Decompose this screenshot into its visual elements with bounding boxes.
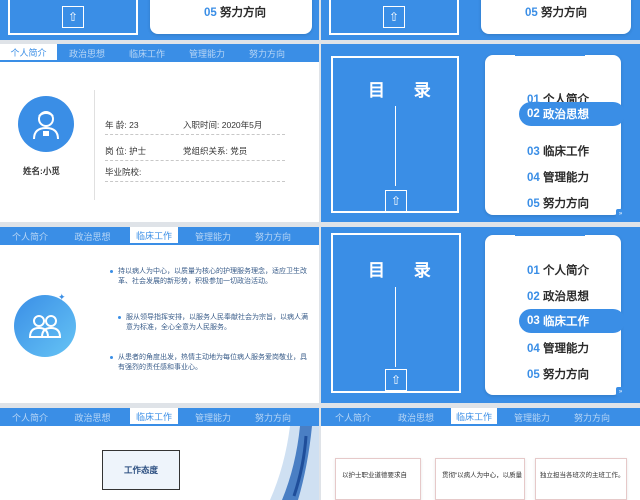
tab-profile[interactable]: 个人简介 [321,408,385,426]
bullet-dot [110,270,113,273]
tab-bar: 个人简介 政治思想 临床工作 管理能力 努力方向 [0,44,319,62]
toc-title: 目 录 [368,81,443,100]
party-row: 党组织关系: 党员 [183,146,248,156]
avatar [18,96,74,152]
toc-item-01[interactable]: 01 个人简介 [527,262,589,278]
bullet-dot [110,356,113,359]
tab-clinical[interactable]: 临床工作 [117,44,177,62]
tab-clinical[interactable]: 临床工作 [130,408,178,426]
double-chevron-icon[interactable]: » [616,209,625,218]
tab-profile[interactable]: 个人简介 [0,44,57,62]
slide-toc-03: 目 录 ⇧ “ 01 个人简介 02 政治思想 04 管理能力 05 努力方向 … [321,227,640,403]
slide-work-attitude: 个人简介 政治思想 临床工作 管理能力 努力方向 工作态度 [0,408,319,500]
divider [105,181,285,182]
card-accent-line [515,54,585,56]
bullet-dot [118,316,121,319]
upload-arrow-icon[interactable]: ⇧ [385,190,407,212]
tab-management[interactable]: 管理能力 [502,408,562,426]
name-row: 姓名:小觅 [23,166,60,176]
post-row: 岗 位: 护士 [105,146,147,156]
toc-card: “ 01 个人简介 03 临床工作 04 管理能力 05 努力方向 » [481,52,625,218]
toc-title-divider [395,106,396,186]
work-card-2: 贯彻“以病人为中心，以质量 [435,458,525,500]
decorative-image [270,426,319,500]
tab-direction[interactable]: 努力方向 [562,408,622,426]
divider [105,134,285,135]
slide-profile: 个人简介 政治思想 临床工作 管理能力 努力方向 姓名:小觅 年 龄: 23 入… [0,44,319,222]
work-card-3: 独立担当各班次的主班工作。 [535,458,627,500]
upload-arrow-icon[interactable]: ⇧ [62,6,84,28]
school-row: 毕业院校: [105,167,142,177]
people-group-icon [28,315,62,338]
tab-politics[interactable]: 政治思想 [60,408,125,426]
toc-title-divider [395,287,396,367]
toc-item-02-active[interactable]: 02 政治思想 [519,102,625,126]
tab-management[interactable]: 管理能力 [183,408,243,426]
toc-item-03-active[interactable]: 03 临床工作 [519,309,625,333]
tab-direction[interactable]: 努力方向 [243,227,303,245]
slide-toc-02: 目 录 ⇧ “ 01 个人简介 03 临床工作 04 管理能力 05 努力方向 … [321,44,640,222]
tab-profile[interactable]: 个人简介 [0,227,60,245]
tab-management[interactable]: 管理能力 [177,44,237,62]
toc-title: 目 录 [368,261,443,280]
upload-arrow-icon[interactable]: ⇧ [383,6,405,28]
toc-card: 05 努力方向 [150,0,312,34]
toc-item-04[interactable]: 04 管理能力 [527,169,589,185]
slide-clinical: 个人简介 政治思想 临床工作 管理能力 努力方向 ✦ 持以病人为中心，以质量为核… [0,227,319,403]
toc-card: 05 努力方向 [481,0,631,34]
work-card-2-text: 贯彻“以病人为中心，以质量 [442,472,523,479]
tab-management[interactable]: 管理能力 [183,227,243,245]
toc-item-04[interactable]: 04 管理能力 [527,340,589,356]
slide-top-left: ⇧ 05 努力方向 [0,0,319,40]
upload-arrow-icon[interactable]: ⇧ [385,369,407,391]
tab-bar: 个人简介 政治思想 临床工作 管理能力 努力方向 [0,408,319,426]
clinical-bullet-2: 服从领导指挥安排，以服务人民奉献社会为宗旨，以病人满意为标准，全心全意为人民服务… [126,314,308,331]
tab-clinical[interactable]: 临床工作 [130,227,178,245]
tab-direction[interactable]: 努力方向 [243,408,303,426]
toc-item-05[interactable]: 05 努力方向 [525,4,587,20]
work-card-3-text: 独立担当各班次的主班工作。 [540,472,625,479]
attitude-box: 工作态度 [102,450,180,490]
tab-politics[interactable]: 政治思想 [60,227,125,245]
tab-clinical[interactable]: 临床工作 [451,408,497,426]
toc-item-02[interactable]: 02 政治思想 [527,288,589,304]
toc-item-03[interactable]: 03 临床工作 [527,143,589,159]
slide-work-cards: 个人简介 政治思想 临床工作 管理能力 努力方向 以护士职业道德要求自 贯彻“以… [321,408,640,500]
tab-bar: 个人简介 政治思想 临床工作 管理能力 努力方向 [0,227,319,245]
quote-icon: “ [481,52,486,63]
tab-profile[interactable]: 个人简介 [0,408,60,426]
toc-item-05[interactable]: 05 努力方向 [527,195,589,211]
double-chevron-icon[interactable]: » [616,387,625,396]
toc-item-05[interactable]: 05 努力方向 [204,4,266,20]
card-accent-line [515,234,585,236]
quote-icon: “ [481,232,486,243]
clinical-bullet-1: 持以病人为中心，以质量为核心的护理服务理念，适应卫生改革、社会发展的新形势，积极… [118,268,307,285]
tab-politics[interactable]: 政治思想 [385,408,447,426]
attitude-label: 工作态度 [123,465,158,475]
tab-bar: 个人简介 政治思想 临床工作 管理能力 努力方向 [321,408,640,426]
divider [94,90,95,200]
nurse-avatar-icon [33,111,59,140]
clinical-bullet-3: 从患者的角度出发，热情主动地为每位病人服务爱岗敬业，具有强烈的责任感和事业心。 [118,354,307,371]
age-row: 年 龄: 23 [105,120,139,130]
sparkle-icon: ✦ [58,292,66,302]
toc-item-05[interactable]: 05 努力方向 [527,366,589,382]
join-row: 入职时间: 2020年5月 [183,120,263,130]
tab-politics[interactable]: 政治思想 [57,44,117,62]
work-card-1: 以护士职业道德要求自 [335,458,421,500]
divider [105,160,285,161]
tab-direction[interactable]: 努力方向 [237,44,297,62]
slide-top-right: ⇧ 05 努力方向 [321,0,640,40]
clinical-icon-circle [14,295,76,357]
work-card-1-text: 以护士职业道德要求自 [342,472,407,479]
